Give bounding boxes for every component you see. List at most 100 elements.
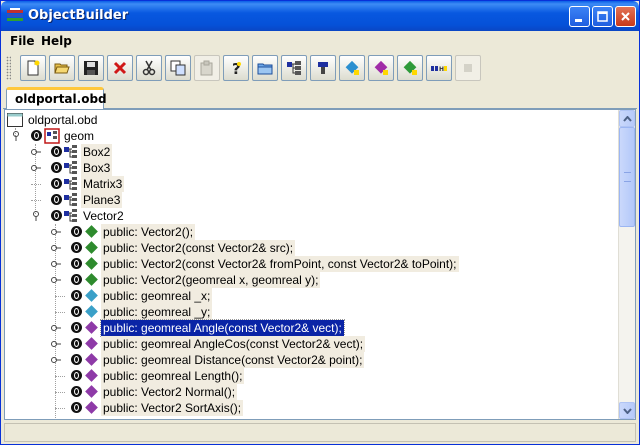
- tree-member-label: public: geomreal _x;: [101, 288, 213, 304]
- menu-help[interactable]: Help: [41, 34, 72, 48]
- tree-member-row[interactable]: public: Vector2 Normal();: [49, 384, 609, 400]
- visibility-badge-icon: [51, 146, 62, 157]
- tree-class-label: Box2: [81, 144, 113, 160]
- tree-member-row[interactable]: public: Vector2 SortAxis();: [49, 400, 609, 416]
- tree-line: [31, 200, 41, 201]
- tree-member-row[interactable]: public: Vector2(const Vector2& fromPoint…: [49, 256, 609, 272]
- toolbar-grip[interactable]: [6, 56, 11, 80]
- tree-node-namespace[interactable]: geom: [9, 128, 209, 144]
- visibility-badge-icon: [31, 130, 42, 141]
- vertical-scrollbar[interactable]: [618, 110, 635, 419]
- window-title: ObjectBuilder: [28, 8, 129, 23]
- tree-namespace-label: geom: [64, 129, 95, 143]
- visibility-badge-icon: [71, 386, 82, 397]
- visibility-badge-icon: [71, 402, 82, 413]
- collapse-handle-icon: [13, 131, 19, 141]
- scroll-thumb[interactable]: [619, 127, 635, 227]
- add-namespace-button[interactable]: [310, 55, 336, 81]
- tree-node-class[interactable]: Matrix3: [29, 176, 229, 192]
- class-icon: [64, 161, 77, 174]
- open-button[interactable]: [49, 55, 75, 81]
- class-icon: [64, 145, 77, 158]
- attribute-icon: [85, 289, 98, 302]
- new-button[interactable]: [20, 55, 46, 81]
- open-folder-icon: [54, 63, 70, 74]
- add-attribute-icon: [374, 60, 388, 75]
- disabled-action-button[interactable]: [455, 55, 481, 81]
- maximize-icon: [597, 11, 608, 22]
- tree-member-row-selected[interactable]: public: geomreal Angle(const Vector2& ve…: [49, 319, 609, 337]
- open-project-icon: [257, 63, 273, 75]
- scroll-up-button[interactable]: [619, 110, 635, 127]
- title-bar[interactable]: ObjectBuilder: [1, 1, 639, 31]
- constructor-icon: [85, 241, 98, 254]
- visibility-badge-icon: [71, 370, 82, 381]
- generate-code-button[interactable]: H: [426, 55, 452, 81]
- chevron-down-icon: [623, 408, 632, 414]
- tree-member-label: public: geomreal Length();: [101, 368, 245, 384]
- copy-button[interactable]: [165, 55, 191, 81]
- add-attribute-button[interactable]: [368, 55, 394, 81]
- add-property-button[interactable]: [397, 55, 423, 81]
- tree-node-class[interactable]: Box3: [29, 160, 229, 176]
- tab-oldportal[interactable]: oldportal.obd: [6, 87, 107, 109]
- open-project-button[interactable]: [252, 55, 278, 81]
- cut-button[interactable]: [136, 55, 162, 81]
- expand-handle-icon: [51, 245, 61, 251]
- minimize-button[interactable]: [569, 6, 590, 27]
- save-button[interactable]: [78, 55, 104, 81]
- tree-node-class-expanded[interactable]: Vector2: [29, 208, 229, 224]
- tree-member-row[interactable]: public: geomreal Distance(const Vector2&…: [49, 352, 609, 368]
- add-method-icon: [345, 60, 359, 75]
- tree-node-class[interactable]: Plane3: [29, 192, 229, 208]
- add-class-icon: [287, 61, 301, 75]
- help-button[interactable]: ?: [223, 55, 249, 81]
- method-icon: [85, 321, 98, 334]
- menu-file[interactable]: File: [10, 34, 35, 48]
- tree-member-label: public: Vector2(const Vector2& fromPoint…: [101, 256, 459, 272]
- class-icon: [64, 209, 77, 222]
- tab-label: oldportal.obd: [15, 92, 107, 106]
- paste-icon: [200, 60, 213, 76]
- tree-member-row[interactable]: public: geomreal _x;: [49, 288, 609, 304]
- svg-text:H: H: [439, 66, 444, 73]
- expand-handle-icon: [51, 341, 61, 347]
- tree-line: [55, 376, 65, 377]
- close-button[interactable]: [615, 6, 636, 27]
- namespace-icon: [44, 128, 60, 144]
- visibility-badge-icon: [71, 258, 82, 269]
- tree-member-row[interactable]: public: geomreal Length();: [49, 368, 609, 384]
- paste-button[interactable]: [194, 55, 220, 81]
- tree-member-row[interactable]: public: Vector2();: [49, 224, 609, 240]
- add-constructor-button[interactable]: [339, 55, 365, 81]
- visibility-badge-icon: [71, 338, 82, 349]
- tree-member-label-selected: public: geomreal Angle(const Vector2& ve…: [100, 319, 345, 337]
- tree-member-row[interactable]: public: Vector2(geomreal x, geomreal y);: [49, 272, 609, 288]
- tree-member-label: public: Vector2(const Vector2& src);: [101, 240, 296, 256]
- status-bar: [4, 423, 636, 442]
- tree-member-label: public: Vector2 Normal();: [101, 384, 238, 400]
- maximize-button[interactable]: [592, 6, 613, 27]
- object-tree[interactable]: oldportal.obd geom Box2 Box3 Matrix3 Pla…: [4, 109, 636, 420]
- expand-handle-icon: [31, 165, 41, 171]
- tree-member-label: public: Vector2(geomreal x, geomreal y);: [101, 272, 321, 288]
- tree-member-label: public: geomreal _y;: [101, 304, 213, 320]
- tree-member-label: public: Vector2 SortAxis();: [101, 400, 244, 416]
- tree-member-row[interactable]: public: geomreal _y;: [49, 304, 609, 320]
- class-icon: [64, 177, 77, 190]
- tree-member-row[interactable]: public: Vector2(const Vector2& src);: [49, 240, 609, 256]
- chevron-up-icon: [623, 116, 632, 122]
- add-class-button[interactable]: [281, 55, 307, 81]
- visibility-badge-icon: [71, 226, 82, 237]
- tree-member-label: public: geomreal Distance(const Vector2&…: [101, 352, 365, 368]
- add-namespace-icon: [318, 62, 328, 74]
- visibility-badge-icon: [51, 210, 62, 221]
- constructor-icon: [85, 225, 98, 238]
- tree-node-class[interactable]: Box2: [29, 144, 229, 160]
- document-icon: [7, 113, 23, 127]
- tree-member-row[interactable]: public: geomreal AngleCos(const Vector2&…: [49, 336, 609, 352]
- scroll-down-button[interactable]: [619, 402, 635, 419]
- tree-member-label: public: Vector2();: [101, 224, 196, 240]
- expand-handle-icon: [51, 325, 61, 331]
- delete-button[interactable]: [107, 55, 133, 81]
